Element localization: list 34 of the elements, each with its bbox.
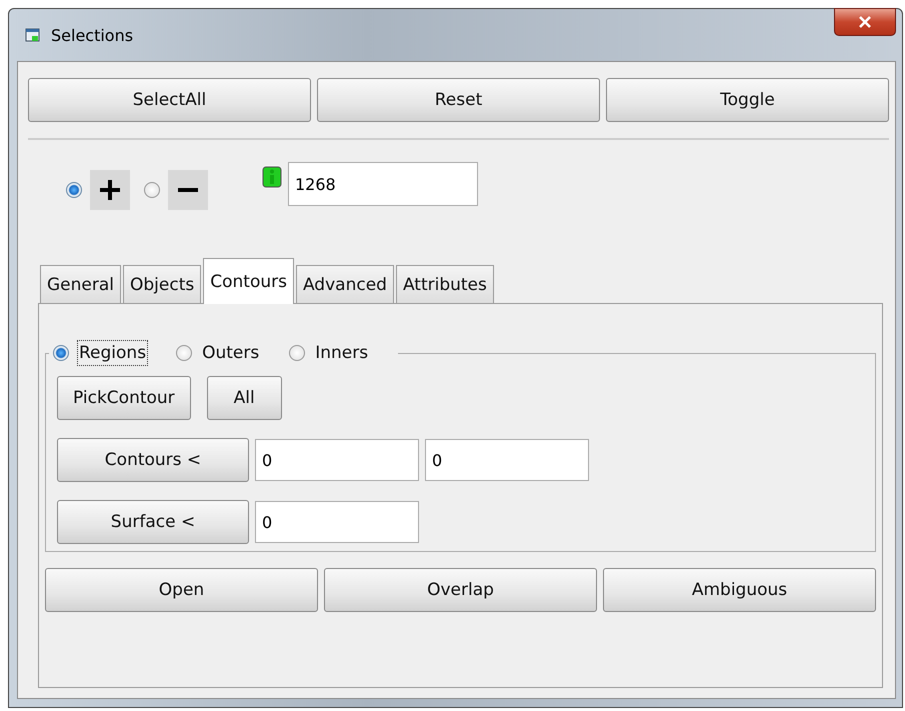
radio-button[interactable] (66, 182, 82, 198)
action-button[interactable]: Open (45, 568, 318, 612)
count-field[interactable]: 1268 (288, 162, 478, 206)
toolbar-button[interactable]: Toggle (606, 78, 889, 122)
tab[interactable]: Advanced (296, 265, 394, 303)
value-field[interactable]: 0 (425, 439, 589, 481)
action-button[interactable]: Overlap (324, 568, 597, 612)
radio-label[interactable]: Outers (200, 340, 262, 366)
value-field[interactable]: 0 (255, 501, 419, 543)
action-button[interactable]: Ambiguous (603, 568, 876, 612)
tab[interactable]: General (40, 265, 121, 303)
radio-label[interactable]: Regions (77, 340, 148, 366)
tab[interactable]: Objects (123, 265, 202, 303)
close-icon (858, 16, 872, 28)
tab[interactable]: Contours (203, 258, 294, 304)
radio-label[interactable]: Inners (313, 340, 370, 366)
pick-button[interactable]: All (206, 376, 282, 420)
radio-button[interactable] (176, 345, 192, 361)
pick-button[interactable]: PickContour (57, 376, 191, 420)
info-icon (262, 166, 282, 188)
filter-button[interactable]: Contours < (57, 438, 249, 482)
plus-icon[interactable] (90, 170, 130, 210)
minus-icon[interactable] (168, 170, 208, 210)
radio-button[interactable] (144, 182, 160, 198)
window-app-icon (25, 27, 41, 43)
filter-button[interactable]: Surface < (57, 500, 249, 544)
window-title: Selections (51, 26, 134, 44)
toolbar-button[interactable]: Reset (317, 78, 600, 122)
radio-button[interactable] (53, 345, 69, 361)
tab[interactable]: Attributes (396, 265, 494, 303)
toolbar-button[interactable]: SelectAll (28, 78, 311, 122)
close-button[interactable] (834, 8, 896, 36)
value-field[interactable]: 0 (255, 439, 419, 481)
radio-button[interactable] (289, 345, 306, 361)
